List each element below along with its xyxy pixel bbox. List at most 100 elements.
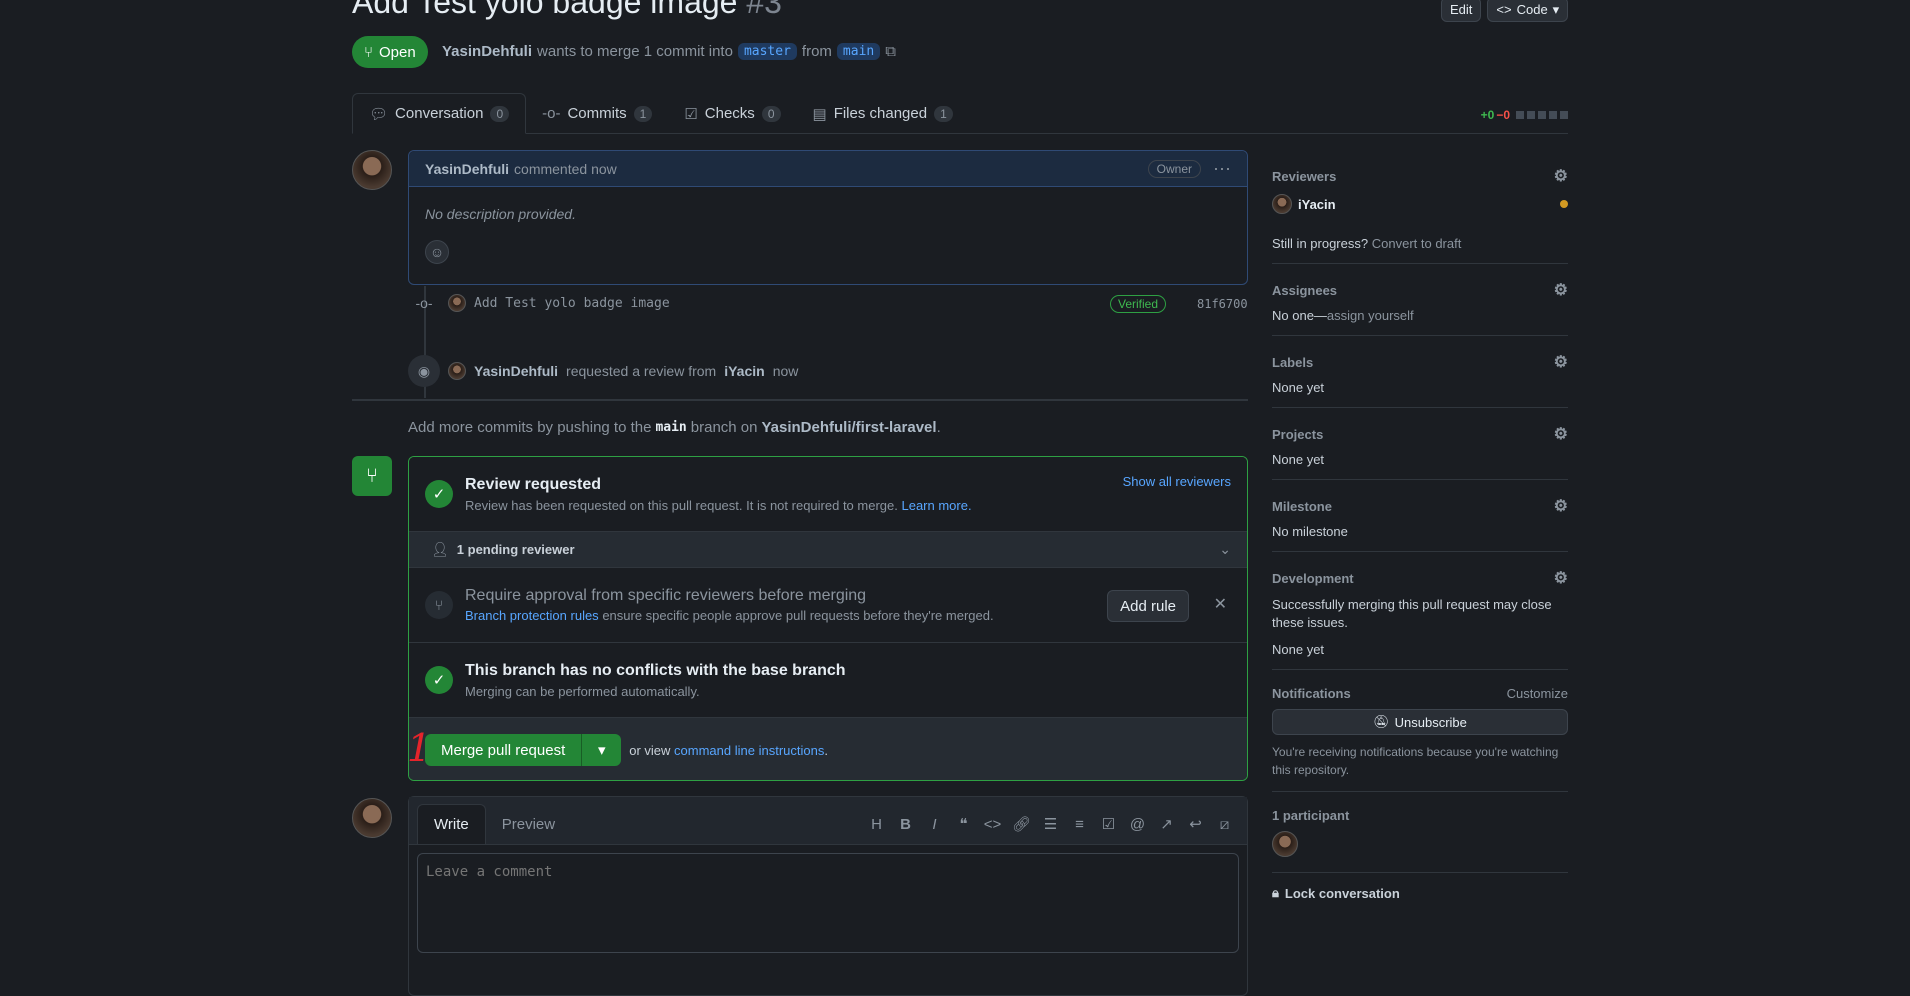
conflict-title: This branch has no conflicts with the ba… [465,661,846,679]
progress-text: Still in progress? [1272,236,1369,251]
tab-label: Commits [567,105,627,122]
tab-write[interactable]: Write [417,804,486,844]
push-hint-suffix: . [936,419,941,436]
event-reviewer[interactable]: iYacin [724,363,764,379]
pending-reviewers-toggle[interactable]: 👤︎ 1 pending reviewer ⌄ [409,531,1247,568]
smiley-icon[interactable]: ☺ [425,240,449,264]
from-text: from [801,43,832,60]
development-label: Development [1272,570,1354,586]
command-line-instructions-link[interactable]: command line instructions [674,743,824,758]
tab-conversation[interactable]: 💬︎ Conversation 0 [352,93,527,134]
copy-icon[interactable]: ⧉ [885,43,896,60]
cross-reference-icon[interactable]: ↗ [1152,815,1181,833]
reviewer-name[interactable]: iYacin [1298,197,1336,212]
avatar[interactable] [352,150,392,190]
pr-number: #3 [746,0,782,20]
comment-time[interactable]: commented now [514,161,617,177]
lock-label: Lock conversation [1284,885,1400,901]
code-icon[interactable]: <> [978,816,1007,833]
base-branch[interactable]: master [737,43,797,60]
event-actor[interactable]: YasinDehfuli [474,363,558,379]
avatar[interactable] [1272,194,1292,214]
pr-title-text: Add Test yolo badge image [352,0,738,20]
pr-author[interactable]: YasinDehfuli [442,43,532,60]
tab-label: Conversation [395,105,484,122]
tab-checks[interactable]: ☑ Checks 0 [668,94,796,134]
learn-more-link[interactable]: Learn more. [901,498,971,513]
diff-deletions: −0 [1496,108,1510,122]
commit-sha[interactable]: 81f6700 [1197,297,1248,311]
merge-button-group: Merge pull request ▾ [425,734,622,766]
timeline-divider [352,399,1248,401]
close-icon[interactable]: ✕ [1214,594,1227,614]
review-request-event: ◉ YasinDehfuli requested a review from i… [408,355,798,387]
merge-pull-request-button[interactable]: Merge pull request [425,742,581,759]
unordered-list-icon[interactable]: ☰ [1036,815,1065,833]
task-list-icon[interactable]: ☑ [1094,815,1123,833]
assign-yourself-link[interactable]: assign yourself [1327,308,1414,323]
event-text: requested a review from [566,363,717,379]
italic-icon[interactable]: I [920,816,949,833]
assignees-label: Assignees [1272,282,1338,298]
heading-icon[interactable]: H [862,816,891,833]
add-rule-button[interactable]: Add rule [1107,590,1189,622]
tab-counter: 0 [761,105,781,122]
gear-icon[interactable]: ⚙ [1554,280,1568,300]
convert-to-draft-link[interactable]: Convert to draft [1372,236,1462,251]
gear-icon[interactable]: ⚙ [1554,352,1568,372]
gear-icon[interactable]: ⚙ [1554,568,1568,588]
comment-textarea[interactable] [417,853,1239,953]
avatar[interactable] [448,362,466,380]
gear-icon[interactable]: ⚙ [1554,166,1568,186]
bold-icon[interactable]: B [891,816,920,833]
projects-section: Projects ⚙ None yet [1272,408,1568,480]
merge-box: ✓ Review requested Review has been reque… [408,456,1248,781]
labels-value: None yet [1272,380,1325,395]
verified-badge[interactable]: Verified [1110,295,1167,313]
edit-button[interactable]: Edit [1441,0,1482,22]
branch-protection-link[interactable]: Branch protection rules [465,608,599,623]
notifications-label: Notifications [1272,686,1351,701]
bell-slash-icon: 🔕︎ [1373,714,1390,729]
milestone-section: Milestone ⚙ No milestone [1272,480,1568,552]
comment-editor: Write Preview H B I ❝ <> 🔗︎ ☰ ≡ ☑ @ ↗ ↩ … [408,796,1248,996]
unsubscribe-label: Unsubscribe [1394,714,1467,730]
merge-method-dropdown-icon[interactable]: ▾ [581,734,621,766]
push-hint-branch: main [655,420,687,435]
customize-link[interactable]: Customize [1507,686,1568,701]
avatar[interactable] [448,294,466,312]
show-all-reviewers-link[interactable]: Show all reviewers [1123,474,1231,489]
push-hint-repo[interactable]: YasinDehfuli/first-laravel [761,419,936,436]
tab-counter: 1 [934,105,953,122]
commit-message[interactable]: Add Test yolo badge image [474,296,670,311]
code-button-label: Code [1516,2,1548,17]
tab-commits[interactable]: -o- Commits 1 [526,94,668,134]
tab-files-changed[interactable]: ▤ Files changed 1 [797,94,969,134]
status-label: Open [379,43,416,61]
avatar[interactable] [1272,831,1298,857]
mention-icon[interactable]: @ [1123,816,1152,833]
development-section: Development ⚙ Successfully merging this p… [1272,552,1568,670]
ordered-list-icon[interactable]: ≡ [1065,816,1094,833]
avatar[interactable] [352,798,392,838]
header-actions: Edit <> Code ▾ [1441,0,1569,22]
event-time[interactable]: now [773,363,799,379]
tab-preview[interactable]: Preview [486,804,571,844]
head-branch[interactable]: main [836,43,881,60]
diff-additions: +0 [1480,108,1495,122]
comment-author[interactable]: YasinDehfuli [425,161,509,177]
quote-icon[interactable]: ❝ [949,815,978,833]
slash-commands-icon[interactable]: ⧄ [1210,816,1239,833]
gear-icon[interactable]: ⚙ [1554,496,1568,516]
assignees-section: Assignees ⚙ No one—assign yourself [1272,264,1568,336]
gear-icon[interactable]: ⚙ [1554,424,1568,444]
reply-icon[interactable]: ↩ [1181,815,1210,833]
tab-counter: 1 [633,105,653,122]
code-button[interactable]: <> Code ▾ [1487,0,1569,22]
pr-tabs: 💬︎ Conversation 0 -o- Commits 1 ☑ Checks… [352,93,1568,134]
link-icon[interactable]: 🔗︎ [1007,815,1036,833]
kebab-horizontal-icon[interactable]: ··· [1213,158,1231,179]
file-diff-icon: ▤ [812,105,827,123]
lock-conversation-link[interactable]: 🔒︎ Lock conversation [1272,873,1568,901]
unsubscribe-button[interactable]: 🔕︎ Unsubscribe [1272,709,1568,735]
